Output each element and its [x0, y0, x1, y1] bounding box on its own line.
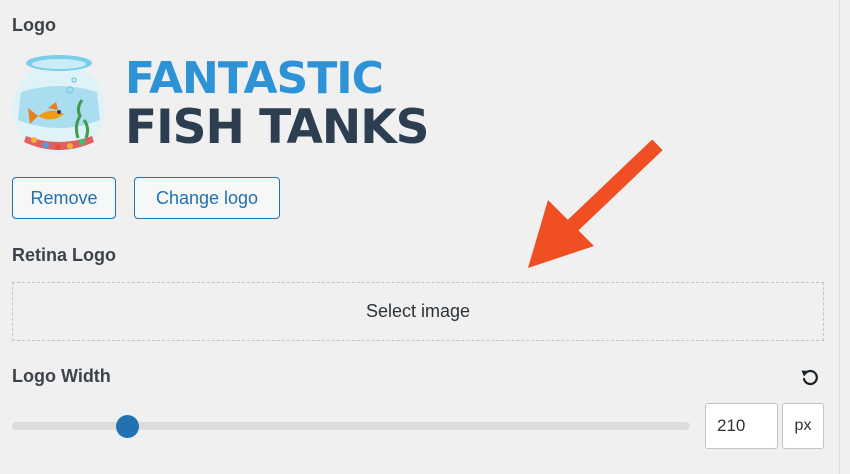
logo-text-line1: FANTASTIC [125, 53, 384, 104]
logo-width-unit: px [782, 403, 824, 449]
logo-text-line2: FISH TANKS [125, 100, 430, 155]
logo-width-slider-thumb[interactable] [115, 415, 139, 438]
logo-width-input[interactable] [705, 403, 778, 449]
select-image-button[interactable]: Select image [12, 282, 824, 341]
reset-icon[interactable] [799, 366, 821, 388]
site-logo-preview: FANTASTIC FISH TANKS [12, 50, 457, 160]
logo-width-slider-track[interactable] [12, 422, 690, 430]
arrow-annotation-icon [528, 140, 663, 268]
fishbowl-logo-icon [13, 55, 105, 154]
panel-edge-divider [839, 0, 840, 474]
remove-logo-button[interactable]: Remove [12, 177, 116, 219]
logo-section-title: Logo [12, 15, 56, 35]
select-image-label: Select image [365, 301, 471, 321]
retina-logo-title: Retina Logo [12, 245, 116, 265]
unit-label: px [794, 417, 812, 434]
logo-width-title: Logo Width [12, 366, 111, 386]
change-logo-button[interactable]: Change logo [134, 177, 280, 219]
